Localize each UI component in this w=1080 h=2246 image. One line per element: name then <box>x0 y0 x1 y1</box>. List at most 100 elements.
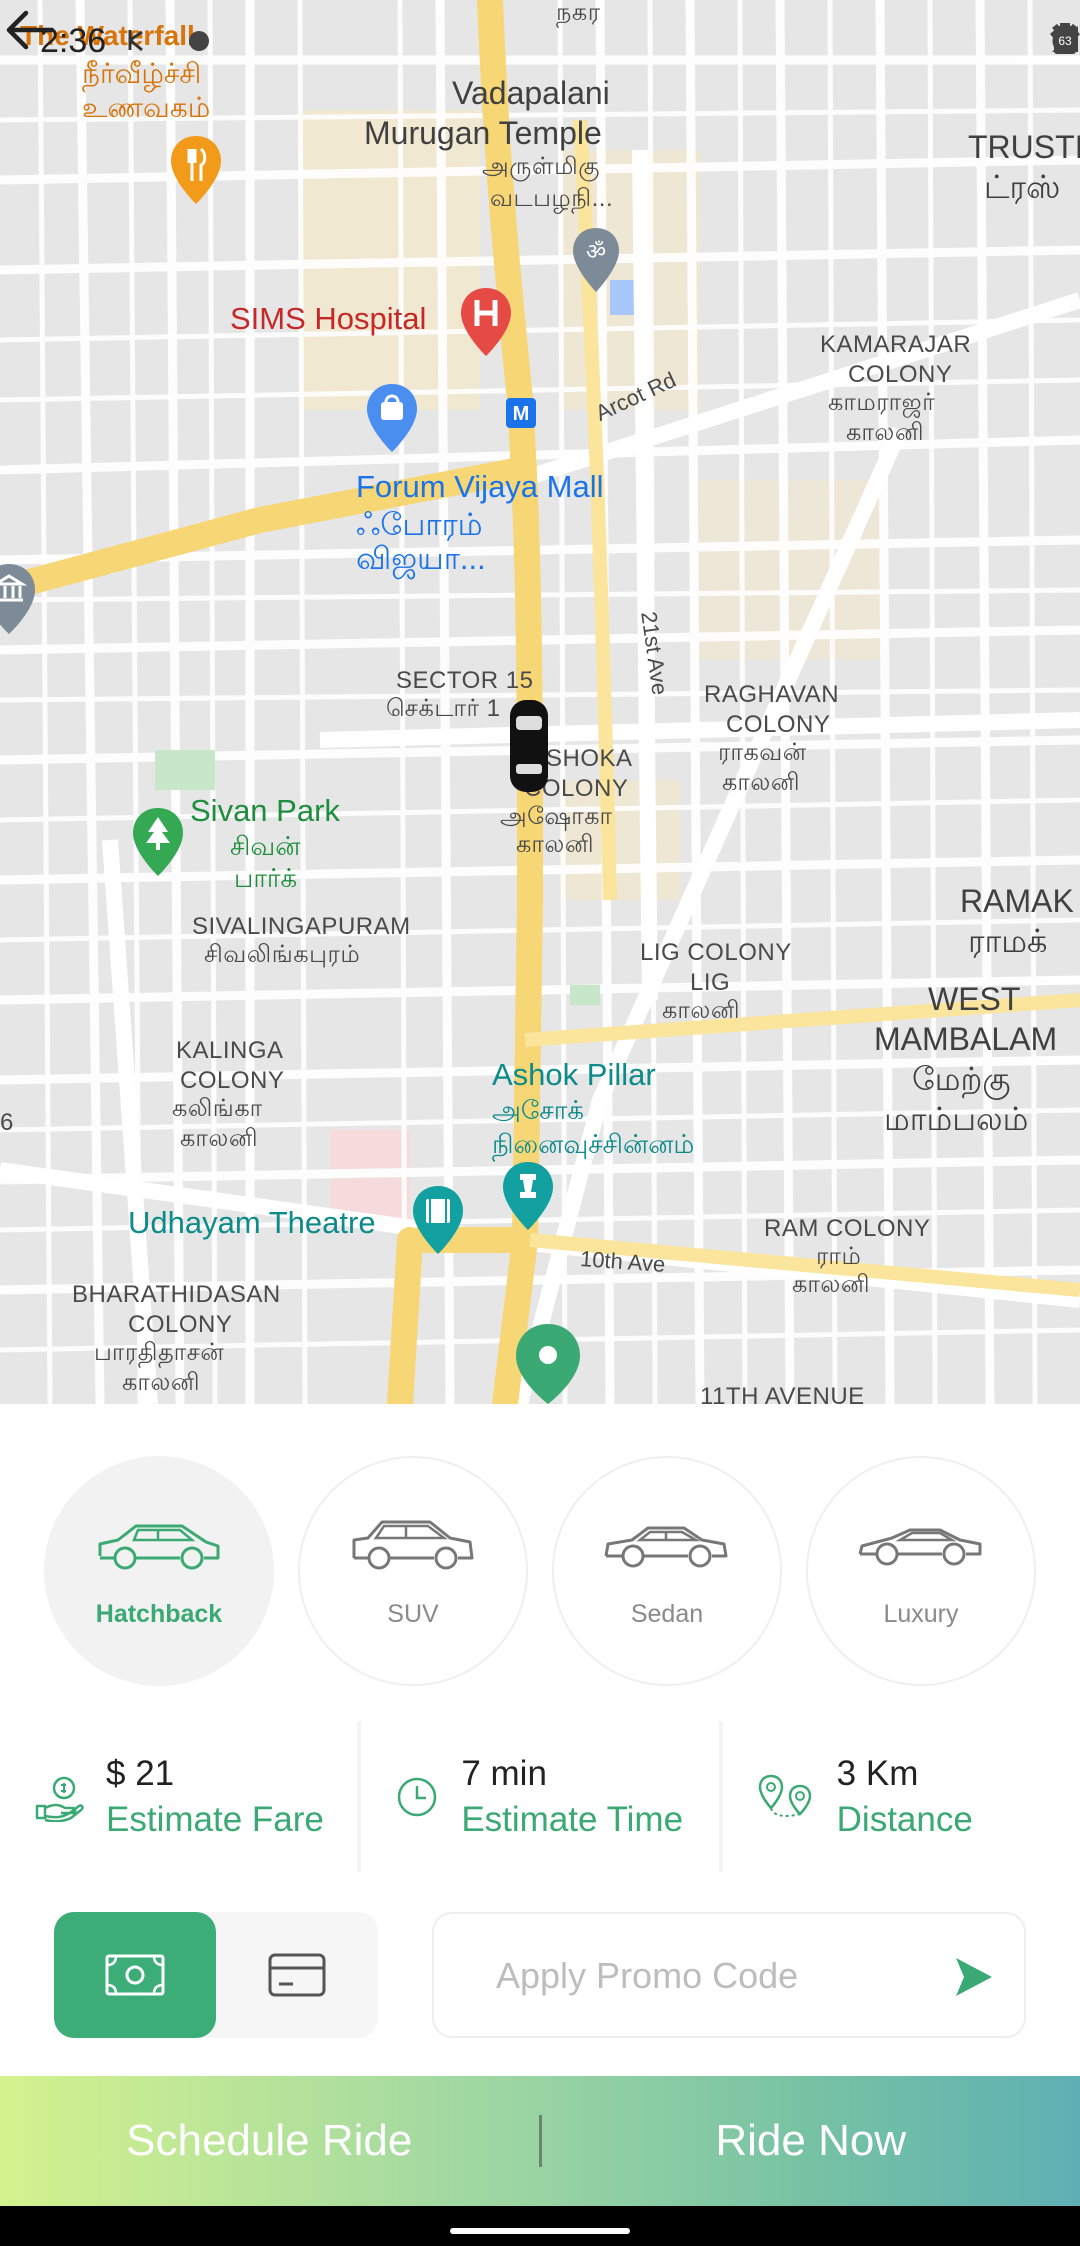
poi-label-waterfall-ta: நீர்வீழ்ச்சி <box>82 58 202 89</box>
hatchback-car-icon <box>98 1524 220 1570</box>
map-label-sector15: SECTOR 15 <box>396 667 534 694</box>
poi-label-sivan-park: Sivan Park <box>190 793 340 828</box>
park-marker-icon[interactable] <box>130 806 186 878</box>
svg-text:M: M <box>513 403 530 425</box>
vehicle-label: Hatchback <box>95 1600 223 1628</box>
monument-marker-icon[interactable] <box>500 1160 556 1232</box>
poi-label-vadapalani-ta: அருள்மிகு <box>482 153 600 180</box>
map-label-kalinga-ta2: காலனி <box>180 1125 259 1152</box>
map-label-ram-ta: ராம் <box>816 1243 862 1270</box>
destination-pin-icon[interactable] <box>512 1322 584 1404</box>
map-label-kamarajar-ta: காமராஜர் <box>828 389 936 416</box>
sedan-car-icon <box>604 1526 728 1568</box>
vehicle-option-hatchback[interactable]: Hatchback <box>44 1456 274 1686</box>
estimate-time-cell: 7 min Estimate Time <box>361 1722 719 1872</box>
map-label-edge-6: 6 <box>0 1109 14 1136</box>
poi-label-forum-mall: Forum Vijaya Mall <box>356 469 604 504</box>
map-label-kalinga: KALINGA <box>176 1037 284 1064</box>
map-label-kalinga-ta: கலிங்கா <box>172 1095 263 1122</box>
promo-code-box <box>432 1912 1026 2038</box>
map-label-kamarajar-2: COLONY <box>848 361 953 388</box>
booking-panel: Hatchback SUV Sedan Luxury $ 21 Estimate… <box>0 1404 1080 2246</box>
ride-booking-screen: The Waterfall நீர்வீழ்ச்சி உணவகம் நகர Va… <box>0 0 1080 2246</box>
svg-text:ॐ: ॐ <box>586 240 606 265</box>
map-label-11th-avenue: 11TH AVENUE <box>700 1383 865 1404</box>
battery-icon: 63 <box>1054 23 1076 54</box>
trip-estimates: $ 21 Estimate Fare 7 min Estimate Time 3… <box>0 1722 1080 1872</box>
estimate-fare-value: $ 21 <box>106 1754 175 1793</box>
action-bar: Schedule Ride Ride Now <box>0 2076 1080 2206</box>
notification-icon <box>128 30 143 52</box>
vehicle-selector: Hatchback SUV Sedan Luxury <box>0 1456 1080 1692</box>
action-divider <box>538 2115 542 2167</box>
map-label-ramak: RAMAK <box>960 883 1074 919</box>
theatre-marker-icon[interactable] <box>410 1184 466 1256</box>
map-label-west: WEST <box>928 981 1021 1017</box>
estimate-fare-label: Estimate Fare <box>106 1800 324 1839</box>
map-label-kalinga-2: COLONY <box>180 1067 285 1094</box>
map-label-raghavan-ta2: காலனி <box>722 769 801 796</box>
map-label-raghavan-2: COLONY <box>726 711 831 738</box>
hand-money-icon <box>35 1776 84 1822</box>
poi-label-vadapalani-ta2: வடபழநி... <box>490 185 614 212</box>
card-payment-button[interactable] <box>216 1912 378 2038</box>
map-label-bharathidasan-ta: பாரதிதாசன் <box>94 1339 225 1366</box>
ride-now-button[interactable]: Ride Now <box>542 2076 1080 2206</box>
vehicle-label: SUV <box>387 1600 439 1628</box>
send-arrow-icon[interactable] <box>948 1952 998 2002</box>
poi-label-sivan-ta: சிவன் <box>230 831 301 861</box>
cash-payment-button[interactable] <box>54 1912 216 2038</box>
schedule-ride-button[interactable]: Schedule Ride <box>0 2076 539 2206</box>
map-label-ashoka-ta2: காலனி <box>516 831 595 858</box>
poi-label-sivan-ta2: பார்க் <box>234 863 298 893</box>
map-label-west-ta: மேற்கு <box>912 1061 1011 1097</box>
poi-label-udhayam-theatre: Udhayam Theatre <box>128 1205 376 1240</box>
shopping-marker-icon[interactable] <box>364 382 420 454</box>
route-pins-icon <box>758 1774 811 1817</box>
cash-icon <box>105 1954 165 1996</box>
battery-level-text: 63 <box>1058 34 1072 48</box>
map-label-nagar: நகர <box>556 0 601 26</box>
map-view[interactable]: The Waterfall நீர்வீழ்ச்சி உணவகம் நகர Va… <box>0 0 1080 1404</box>
vehicle-label: Sedan <box>630 1600 704 1628</box>
map-label-ram-ta2: காலனி <box>792 1271 871 1298</box>
home-indicator[interactable] <box>450 2228 630 2234</box>
vehicle-option-sedan[interactable]: Sedan <box>552 1456 782 1686</box>
map-label-sivalingapuram-ta: சிவலிங்கபுரம் <box>204 941 361 968</box>
distance-value: 3 Km <box>836 1754 919 1793</box>
temple-marker-icon[interactable]: ॐ <box>570 226 622 294</box>
restaurant-marker-icon[interactable] <box>168 134 224 206</box>
map-label-mambalam-ta: மாம்பலம் <box>884 1101 1029 1137</box>
poi-label-waterfall-ta2: உணவகம் <box>82 92 211 123</box>
distance-cell: 3 Km Distance <box>722 1722 1080 1872</box>
map-label-bharathidasan-2: COLONY <box>128 1311 233 1338</box>
luxury-car-icon <box>858 1528 982 1566</box>
map-label-sector15-ta: செக்டார் 1 <box>386 695 501 722</box>
map-label-trust-ta: ட்ரஸ் <box>984 169 1061 205</box>
back-arrow-icon[interactable] <box>0 0 60 60</box>
map-label-raghavan-ta: ராகவன் <box>718 739 807 766</box>
poi-label-sims-hospital: SIMS Hospital <box>230 301 427 336</box>
estimate-time-label: Estimate Time <box>461 1800 684 1839</box>
map-label-ashoka: SHOKA <box>546 745 633 772</box>
museum-marker-icon[interactable] <box>0 562 40 636</box>
map-label-sivalingapuram: SIVALINGAPURAM <box>192 913 411 940</box>
map-label-ram-colony: RAM COLONY <box>764 1215 931 1242</box>
metro-station-icon[interactable]: M <box>506 398 536 428</box>
map-label-raghavan: RAGHAVAN <box>704 681 840 708</box>
map-label-lig-ta: காலனி <box>662 997 741 1024</box>
map-label-kamarajar-ta2: காலனி <box>846 419 925 446</box>
promo-code-input[interactable] <box>496 1944 926 2008</box>
map-label-mambalam: MAMBALAM <box>874 1021 1058 1057</box>
poi-label-vadapalani: Vadapalani <box>452 75 610 111</box>
vehicle-option-luxury[interactable]: Luxury <box>806 1456 1036 1686</box>
map-label-ramak-ta: ராமக் <box>968 923 1048 959</box>
map-label-ashoka-ta: அஷோகா <box>500 803 613 830</box>
hospital-marker-icon[interactable] <box>458 286 514 358</box>
poi-label-ashok-ta2: நினைவுச்சின்னம் <box>492 1129 695 1159</box>
credit-card-icon <box>268 1953 326 1997</box>
poi-label-ashok-pillar: Ashok Pillar <box>492 1057 656 1092</box>
vehicle-option-suv[interactable]: SUV <box>298 1456 528 1686</box>
suv-car-icon <box>352 1520 474 1570</box>
poi-label-ashok-ta: அசோக் <box>492 1095 584 1125</box>
